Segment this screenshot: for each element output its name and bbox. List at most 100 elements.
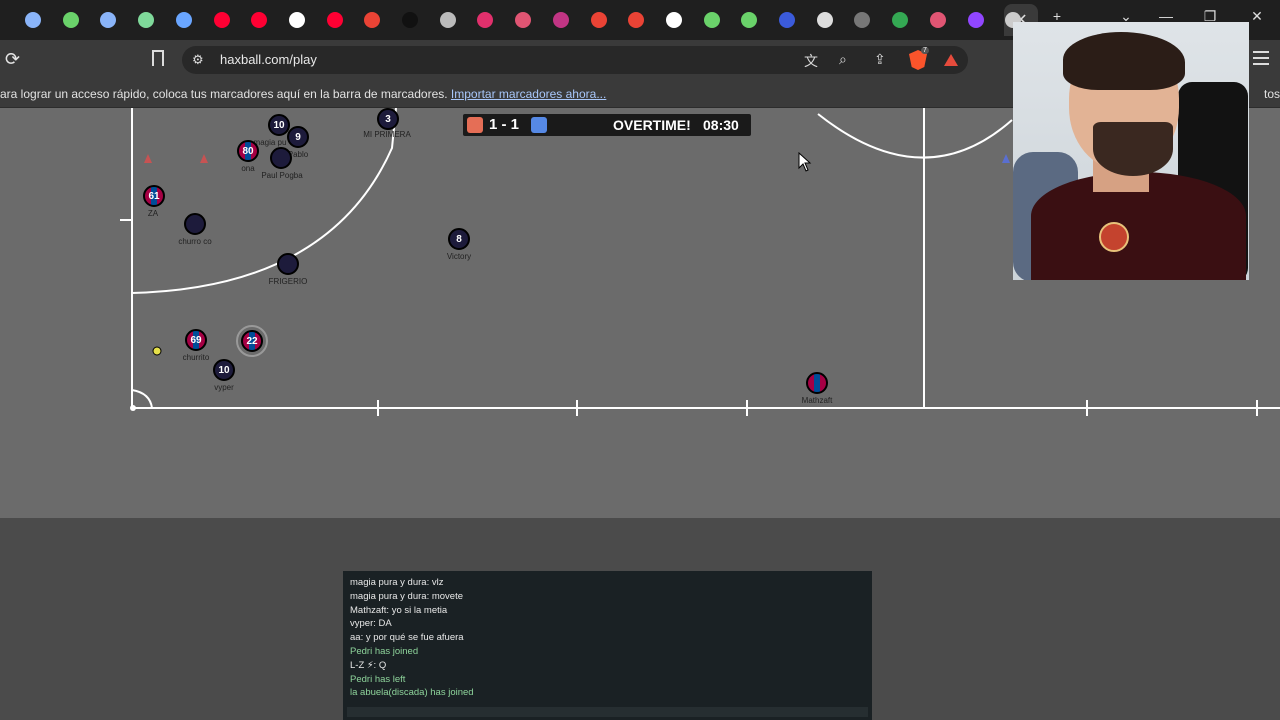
bookmarks-hint: ara lograr un acceso rápido, coloca tus … xyxy=(0,87,606,101)
browser-tab[interactable] xyxy=(436,8,460,32)
player-disc: 69 xyxy=(185,329,207,351)
google-icon xyxy=(289,12,305,28)
youtube-icon xyxy=(327,12,343,28)
browser-tab[interactable] xyxy=(624,8,648,32)
browser-tab[interactable] xyxy=(21,8,45,32)
browser-tab[interactable] xyxy=(850,8,874,32)
blue-team-color xyxy=(531,117,547,133)
browser-tab[interactable] xyxy=(360,8,384,32)
browser-tab[interactable] xyxy=(964,8,988,32)
browser-tab[interactable] xyxy=(813,8,837,32)
menu-icon[interactable] xyxy=(1253,51,1269,65)
player-number: 69 xyxy=(190,334,202,346)
webcam-beard xyxy=(1093,122,1173,176)
player-disc xyxy=(806,372,828,394)
browser-tab[interactable] xyxy=(210,8,234,32)
player-number: 10 xyxy=(218,364,230,376)
player-name: ZA xyxy=(147,209,159,218)
browser-tab[interactable] xyxy=(700,8,724,32)
red-post-marker xyxy=(200,154,208,163)
game-timer: 08:30 xyxy=(703,117,739,133)
player-disc: 3 xyxy=(377,108,399,130)
browser-tab[interactable] xyxy=(96,8,120,32)
red-team-color xyxy=(467,117,483,133)
browser-tab[interactable] xyxy=(285,8,309,32)
youtube-icon xyxy=(251,12,267,28)
tab-icon-15 xyxy=(553,12,569,28)
player-name: ona xyxy=(241,164,255,173)
tab-icon-19 xyxy=(704,12,720,28)
tab-icon-22 xyxy=(817,12,833,28)
chat-message: magia pura y dura: vlz xyxy=(350,577,444,588)
player-name: churro co xyxy=(178,237,212,246)
shields-count-badge: 7 xyxy=(921,47,929,54)
red-post-marker xyxy=(144,154,152,163)
player-name: FRIGERIO xyxy=(268,277,308,286)
tab-icon-4 xyxy=(138,12,154,28)
player-disc: 10 xyxy=(213,359,235,381)
zoom-icon[interactable]: ⌕ xyxy=(839,51,847,68)
webcam-overlay xyxy=(1013,22,1249,280)
browser-tab[interactable] xyxy=(247,8,271,32)
chat-input[interactable] xyxy=(347,707,868,717)
tab-icon-12 xyxy=(440,12,456,28)
center-circle-arc xyxy=(817,113,1013,159)
score: 1 - 1 xyxy=(489,116,520,133)
player-disc: 61 xyxy=(143,185,165,207)
tab-icon-5 xyxy=(176,12,192,28)
tab-icon-21 xyxy=(779,12,795,28)
browser-tab[interactable] xyxy=(59,8,83,32)
youtube-icon xyxy=(214,12,230,28)
chat-message: L-Z ⚡: Q xyxy=(350,659,387,671)
browser-tab[interactable] xyxy=(775,8,799,32)
screen: ✕ + ⌄ — ❐ ✕ ⟳ ⚙ haxball.com/play 文 ⌕ ⇪ 7… xyxy=(0,0,1280,720)
brave-rewards-icon[interactable] xyxy=(944,54,958,66)
browser-tab[interactable] xyxy=(587,8,611,32)
import-bookmarks-link[interactable]: Importar marcadores ahora... xyxy=(451,87,606,101)
tab-icon-14 xyxy=(515,12,531,28)
player-number: 3 xyxy=(385,113,391,125)
browser-tab[interactable] xyxy=(398,8,422,32)
reload-icon[interactable]: ⟳ xyxy=(5,49,20,70)
share-icon[interactable]: ⇪ xyxy=(874,51,886,68)
browser-tab[interactable] xyxy=(511,8,535,32)
browser-tab[interactable] xyxy=(662,8,686,32)
player-name: Paul Pogba xyxy=(261,171,303,180)
bookmark-icon[interactable] xyxy=(152,50,164,66)
browser-tab[interactable] xyxy=(134,8,158,32)
chat-message: vyper: DA xyxy=(350,618,392,630)
gmail-icon xyxy=(591,12,607,28)
player-number: 80 xyxy=(242,145,254,157)
blue-post-marker xyxy=(1002,154,1010,163)
tab-icon-2 xyxy=(63,12,79,28)
browser-tab[interactable] xyxy=(473,8,497,32)
mouse-cursor-icon xyxy=(798,152,812,172)
instagram-icon xyxy=(477,12,493,28)
player-disc: 9 xyxy=(287,126,309,148)
chat-box: magia pura y dura: vlz magia pura y dura:… xyxy=(343,571,872,720)
player-name: Mathzaft xyxy=(801,396,833,405)
browser-tab[interactable] xyxy=(323,8,347,32)
bookmarks-hint-text: ara lograr un acceso rápido, coloca tus … xyxy=(0,87,448,101)
maps-icon xyxy=(892,12,908,28)
player-disc xyxy=(270,147,292,169)
twitch-icon xyxy=(968,12,984,28)
scoreboard: 1 - 1 OVERTIME! 08:30 xyxy=(463,114,751,136)
player-disc: 22 xyxy=(241,330,263,352)
chat-message: magia pura y dura: movete xyxy=(350,590,464,602)
tiktok-icon xyxy=(402,12,418,28)
browser-tab[interactable] xyxy=(549,8,573,32)
browser-tab[interactable] xyxy=(926,8,950,32)
browser-tab[interactable] xyxy=(172,8,196,32)
browser-tab[interactable] xyxy=(888,8,912,32)
translate-icon[interactable]: 文 xyxy=(804,51,818,71)
chat-message: Mathzaft: yo si la metia xyxy=(350,604,448,616)
gmail-icon xyxy=(628,12,644,28)
player-number: 8 xyxy=(456,233,462,245)
tab-icon-1 xyxy=(25,12,41,28)
tab-icon-23 xyxy=(854,12,870,28)
site-info-icon[interactable]: ⚙ xyxy=(192,52,204,68)
browser-tab[interactable] xyxy=(737,8,761,32)
shirt-logo-icon xyxy=(1099,222,1129,252)
address-bar[interactable]: ⚙ haxball.com/play 文 ⌕ ⇪ 7 xyxy=(182,46,968,74)
